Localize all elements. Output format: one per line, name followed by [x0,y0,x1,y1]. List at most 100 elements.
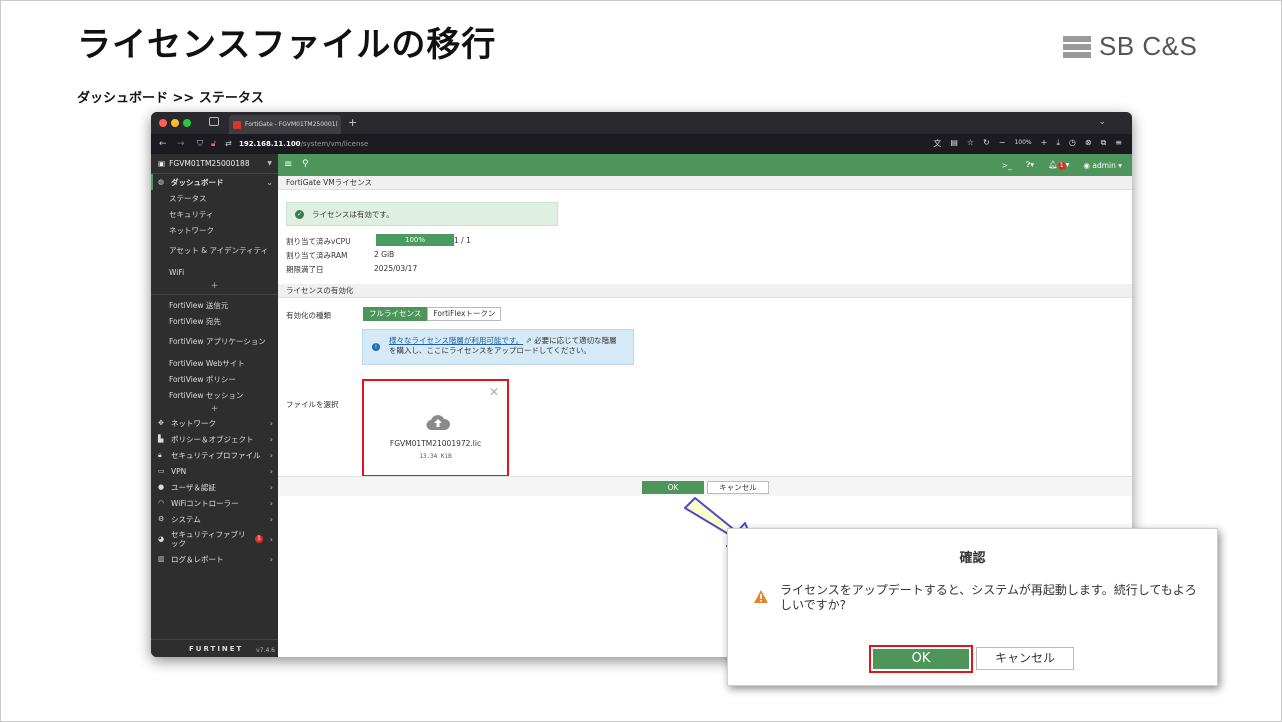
minimize-window-icon[interactable] [171,119,179,127]
reader-icon[interactable]: ▤ [950,138,958,149]
dialog-cancel-button[interactable]: キャンセル [976,647,1074,670]
sidebar-item-label: ポリシー＆オブジェクト [171,434,254,444]
logo-bars-icon [1063,35,1091,58]
chevron-right-icon: › [269,514,273,524]
reload-icon[interactable]: ↻ [983,138,990,149]
network-icon: ✥ [158,419,164,427]
browser-tab[interactable]: FortiGate - FGVM01TM250001( ✕ [229,115,341,134]
dialog-ok-button[interactable]: OK [873,649,969,669]
sidebar-item-asset-identity[interactable]: アセット & アイデンティティ [151,238,278,264]
sidebar-item-security[interactable]: セキュリティ [151,206,278,222]
menu-icon[interactable]: ≡ [1115,138,1122,149]
license-valid-text: ライセンスは有効です。 [312,209,394,219]
sidebar-item-fortiview-sessions[interactable]: FortiView セッション [151,387,278,403]
file-select-label: ファイルを選択 [286,400,339,409]
chevron-right-icon: › [269,450,273,460]
gear-icon: ⚙ [158,515,165,523]
forward-icon[interactable]: → [177,139,185,149]
close-window-icon[interactable] [159,119,167,127]
sidebar-item-label: VPN [171,466,187,476]
notification-count: 1 [1057,162,1066,170]
sidebar-toggle-icon[interactable] [209,117,219,126]
add-fortiview-icon[interactable]: + [151,403,278,415]
lock-warning-icon[interactable]: 🔓︎ [211,139,216,149]
help-icon[interactable]: ❓︎▾ [1026,160,1034,170]
download-icon[interactable]: ⤓ [1056,138,1060,149]
sidebar-item-dashboard[interactable]: ◍ ダッシュボード ⌄ [151,174,278,190]
sidebar-item-label: ユーザ＆認証 [171,482,216,492]
url-host: 192.168.11.100 [239,140,301,148]
sidebar-item-policy-objects[interactable]: ▙ ポリシー＆オブジェクト › [151,431,278,447]
sidebar-item-fortiview-policies[interactable]: FortiView ポリシー [151,371,278,387]
option-full-license[interactable]: フルライセンス [363,307,428,321]
sidebar: ▣ FGVM01TM25000188 ▼ ◍ ダッシュボード ⌄ ステータス セ… [151,154,278,657]
notification-badge: 1 [255,535,263,543]
sidebar-item-fortiview-websites[interactable]: FortiView Webサイト [151,355,278,371]
sidebar-item-status[interactable]: ステータス [151,190,278,206]
extensions-icon[interactable]: ⧉ [1101,138,1107,149]
cli-console-icon[interactable]: >_ [1002,161,1012,170]
cancel-button[interactable]: キャンセル [707,481,769,494]
chevron-right-icon: › [269,482,273,492]
admin-menu[interactable]: ◉ admin ▾ [1083,161,1122,170]
file-upload-box[interactable]: ✕ FGVM01TM21001972.lic 13.34 KiB [362,379,509,477]
extension-close-icon[interactable]: ⊗ [1085,138,1092,149]
permissions-icon[interactable]: ⇄ [225,139,232,148]
zoom-out-icon[interactable]: − [999,138,1006,149]
sidebar-item-vpn[interactable]: ▭ VPN › [151,463,278,479]
zoom-in-icon[interactable]: + [1041,138,1048,149]
chevron-right-icon: › [269,554,273,564]
vcpu-count: 1 / 1 [454,236,471,245]
uploaded-file-name: FGVM01TM21001972.lic [389,439,482,448]
maximize-window-icon[interactable] [183,119,191,127]
sidebar-item-fortiview-applications[interactable]: FortiView アプリケーション [151,329,278,355]
license-tier-link[interactable]: 様々なライセンス階層が利用可能です。 [389,336,523,345]
sidebar-item-wifi[interactable]: WiFi [151,264,278,280]
chevron-right-icon: › [269,434,273,444]
chevron-right-icon: › [269,466,273,476]
sidebar-item-user-auth[interactable]: ● ユーザ＆認証 › [151,479,278,495]
dialog-message: ライセンスをアップデートすると、システムが再起動します。続行してもよろしいですか… [780,583,1197,612]
back-icon[interactable]: ← [159,139,167,149]
device-selector[interactable]: ▣ FGVM01TM25000188 ▼ [151,154,278,174]
shield-icon[interactable]: ⛉ [197,139,203,149]
ram-value: 2 GiB [374,250,395,259]
sidebar-item-log-report[interactable]: ▥ ログ＆レポート › [151,551,278,567]
fortinet-logo: FURTINET [189,645,244,653]
ram-label: 割り当て済みRAM [286,251,348,260]
url-path: /system/vm/license [300,140,369,148]
notification-bell[interactable]: 🔔︎ 1 ▾ [1048,160,1069,170]
sidebar-item-fortiview-sources[interactable]: FortiView 送信元 [151,297,278,313]
activation-type-label: 有効化の種類 [286,311,331,320]
menu-icon[interactable]: ≡ [284,159,292,170]
user-icon: ● [158,483,165,491]
sidebar-item-security-fabric[interactable]: ◕ セキュリティファブリック 1 › [151,527,278,551]
activation-type-toggle: フルライセンス FortiFlexトークン [363,307,502,321]
bookmark-star-icon[interactable]: ☆ [967,138,974,149]
ok-button[interactable]: OK [642,481,704,494]
add-dashboard-icon[interactable]: + [151,280,278,292]
sidebar-item-wifi-controller[interactable]: ◠ WiFiコントローラー › [151,495,278,511]
sidebar-item-network[interactable]: ✥ ネットワーク › [151,415,278,431]
new-tab-icon[interactable]: + [348,116,357,129]
chart-icon: ▥ [158,555,165,563]
chevron-down-icon: ▼ [267,160,272,167]
history-icon[interactable]: ◷ [1069,138,1076,149]
remove-file-icon[interactable]: ✕ [489,385,499,399]
chevron-down-icon[interactable]: ⌄ [1098,117,1106,127]
sidebar-item-system[interactable]: ⚙ システム › [151,511,278,527]
uploaded-file-size: 13.34 KiB [419,453,452,460]
sidebar-item-security-profiles[interactable]: 🔒︎ セキュリティプロファイル › [151,447,278,463]
user-icon: ◉ [1083,160,1093,170]
option-fortiflex-token[interactable]: FortiFlexトークン [427,307,502,321]
zoom-level[interactable]: 100% [1014,138,1031,149]
sidebar-item-label: ネットワーク [171,418,216,428]
external-link-icon[interactable]: ⇗ [526,336,535,345]
sidebar-item-network-dashboard[interactable]: ネットワーク [151,222,278,238]
translate-icon[interactable]: 文 [933,138,941,149]
chevron-right-icon: › [269,498,273,508]
search-icon[interactable]: ⚲ [302,159,309,169]
sidebar-item-fortiview-destinations[interactable]: FortiView 宛先 [151,313,278,329]
fortigate-favicon-icon [233,120,241,129]
url-field[interactable]: 192.168.11.100/system/vm/license [239,140,368,148]
